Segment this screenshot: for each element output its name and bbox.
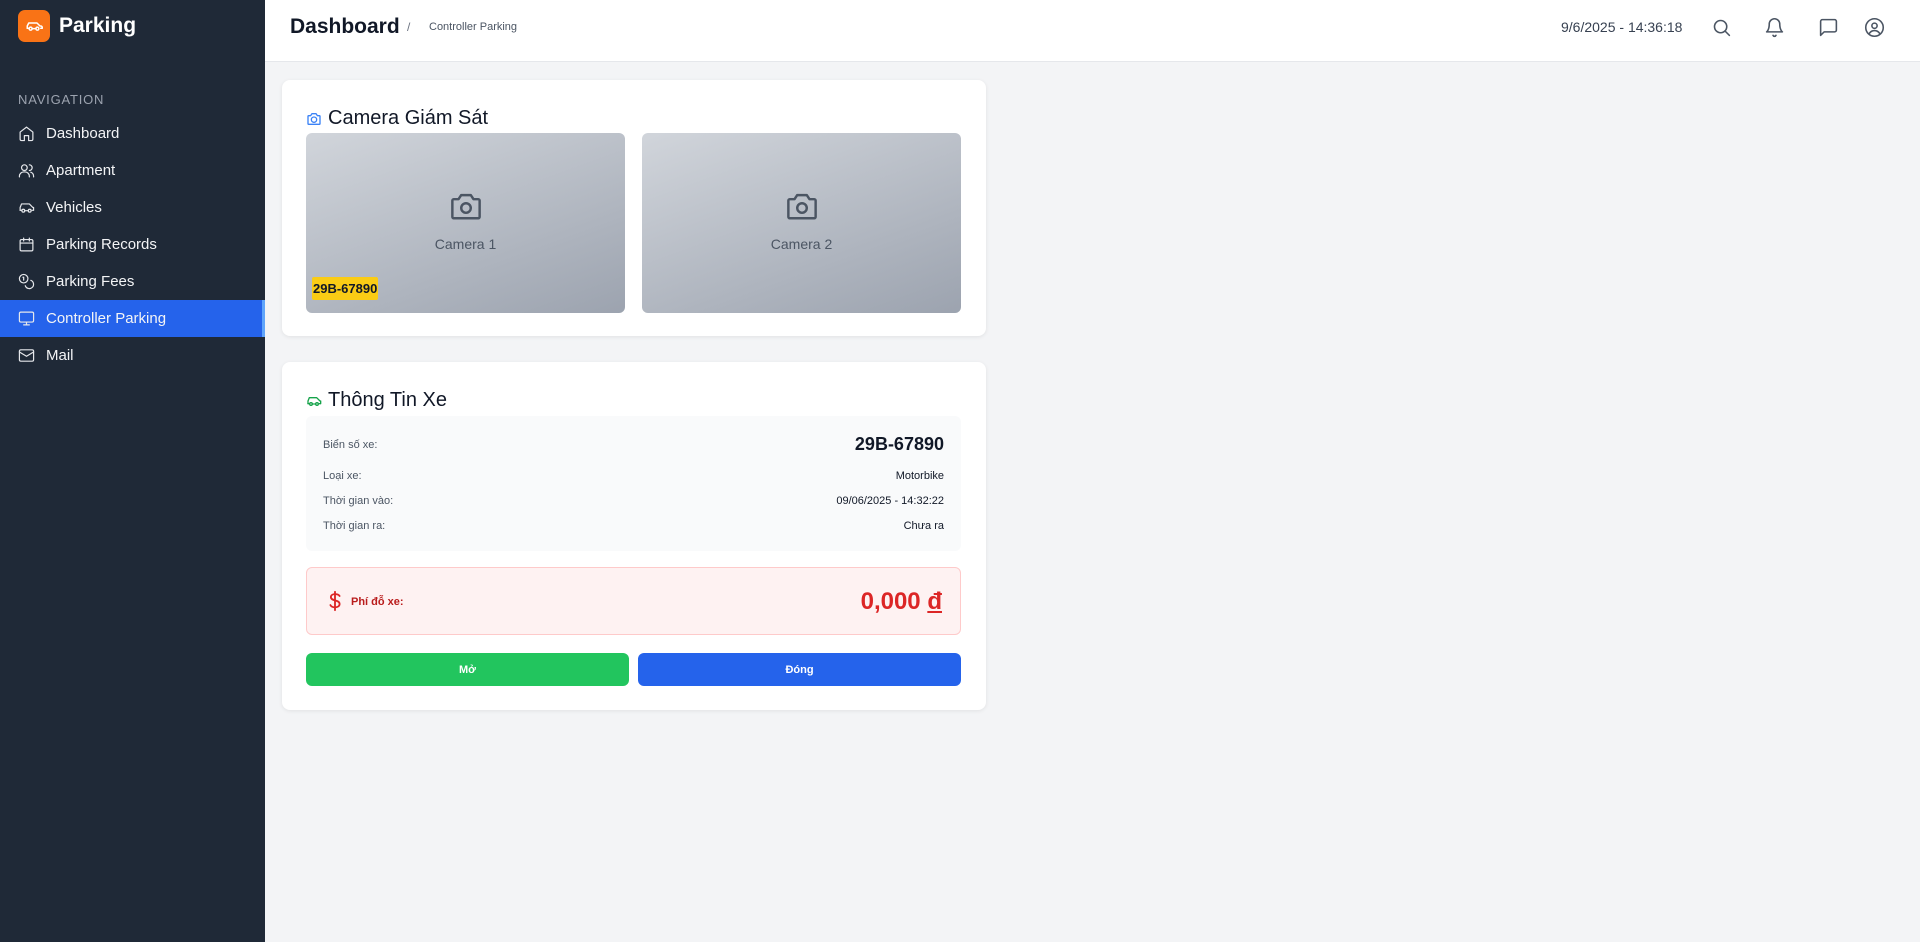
sidebar-item-label: Vehicles: [46, 199, 102, 216]
time-out-value: Chưa ra: [903, 520, 944, 532]
open-gate-button[interactable]: Mở: [306, 653, 629, 686]
monitor-icon: [18, 310, 35, 327]
dollar-icon: [327, 590, 341, 612]
breadcrumb[interactable]: Controller Parking: [429, 21, 517, 33]
current-datetime: 9/6/2025 - 14:36:18: [1561, 19, 1683, 35]
camera-label: Camera 2: [770, 236, 833, 252]
sidebar-item-label: Apartment: [46, 162, 116, 179]
sidebar-item-mail[interactable]: Mail: [0, 337, 265, 374]
sidebar-nav: Dashboard Apartment Vehicles Parking Rec…: [0, 115, 265, 374]
sidebar-item-dashboard[interactable]: Dashboard: [0, 115, 265, 152]
parking-fee-amount: 0,000: [860, 588, 921, 615]
camera-panel: Camera Giám Sát Camera 1 29B-67890 Camer…: [282, 80, 986, 336]
sidebar-item-apartment[interactable]: Apartment: [0, 152, 265, 189]
camera-panel-heading: Camera Giám Sát: [328, 107, 489, 129]
vehicle-type-label: Loại xe:: [323, 470, 362, 482]
sidebar-item-label: Parking Records: [46, 236, 157, 253]
time-out-label: Thời gian ra:: [323, 520, 386, 532]
user-circle-icon[interactable]: [1862, 15, 1886, 39]
brand-name: Parking: [59, 14, 137, 37]
nav-heading: NAVIGATION: [18, 92, 105, 107]
parking-fee-value: 0,000 đ: [861, 588, 942, 616]
sidebar-item-label: Mail: [46, 347, 74, 364]
sidebar-item-label: Controller Parking: [46, 310, 167, 327]
message-icon[interactable]: [1816, 15, 1840, 39]
camera-label: Camera 1: [434, 236, 497, 252]
calendar-icon: [18, 236, 35, 253]
vehicle-info-panel: Thông Tin Xe Biển số xe: 29B-67890 Loại …: [282, 362, 986, 710]
camera-icon: [785, 191, 819, 221]
sidebar-item-parking-fees[interactable]: Parking Fees: [0, 263, 265, 300]
bell-icon[interactable]: [1762, 15, 1786, 39]
detected-plate-badge: 29B-67890: [312, 277, 379, 300]
users-icon: [18, 162, 35, 179]
vehicle-info-heading: Thông Tin Xe: [328, 389, 447, 411]
coins-icon: [18, 273, 35, 290]
top-header: Dashboard / Controller Parking 9/6/2025 …: [265, 0, 1920, 62]
page-title: Dashboard: [290, 15, 400, 38]
sidebar-item-label: Parking Fees: [46, 273, 135, 290]
sidebar-item-controller-parking[interactable]: Controller Parking: [0, 300, 265, 337]
time-in-value: 09/06/2025 - 14:32:22: [836, 495, 944, 507]
vehicle-type-value: Motorbike: [895, 470, 944, 482]
sidebar-item-label: Dashboard: [46, 125, 120, 142]
sidebar: Parking NAVIGATION Dashboard Apartment V…: [0, 0, 265, 942]
car-icon: [18, 199, 35, 216]
plate-value: 29B-67890: [854, 434, 944, 454]
parking-fee-label: Phí đỗ xe:: [351, 596, 404, 608]
search-icon[interactable]: [1709, 15, 1733, 39]
camera-feed-1[interactable]: Camera 1 29B-67890: [306, 133, 625, 313]
plate-label: Biển số xe:: [323, 438, 378, 451]
camera-feed-2[interactable]: Camera 2: [642, 133, 961, 313]
camera-icon: [307, 112, 321, 125]
currency-symbol: đ: [927, 588, 942, 615]
vehicle-type-row: Loại xe: Motorbike: [323, 470, 944, 482]
brand[interactable]: Parking: [0, 0, 265, 52]
home-icon: [18, 125, 35, 142]
vehicle-info-title: Thông Tin Xe: [306, 389, 447, 412]
time-in-label: Thời gian vào:: [323, 495, 394, 507]
camera-panel-title: Camera Giám Sát: [306, 107, 488, 130]
breadcrumb-separator: /: [407, 20, 411, 34]
sidebar-item-parking-records[interactable]: Parking Records: [0, 226, 265, 263]
car-icon: [18, 10, 50, 42]
camera-icon: [449, 191, 483, 221]
sidebar-item-vehicles[interactable]: Vehicles: [0, 189, 265, 226]
close-gate-button[interactable]: Đóng: [638, 653, 961, 686]
parking-fee-box: Phí đỗ xe: 0,000 đ: [306, 567, 961, 635]
plate-row: Biển số xe: 29B-67890: [323, 434, 944, 455]
time-in-row: Thời gian vào: 09/06/2025 - 14:32:22: [323, 495, 944, 507]
time-out-row: Thời gian ra: Chưa ra: [323, 520, 944, 532]
car-icon: [307, 396, 322, 406]
vehicle-details: Biển số xe: 29B-67890 Loại xe: Motorbike…: [306, 416, 961, 551]
mail-icon: [18, 347, 35, 364]
